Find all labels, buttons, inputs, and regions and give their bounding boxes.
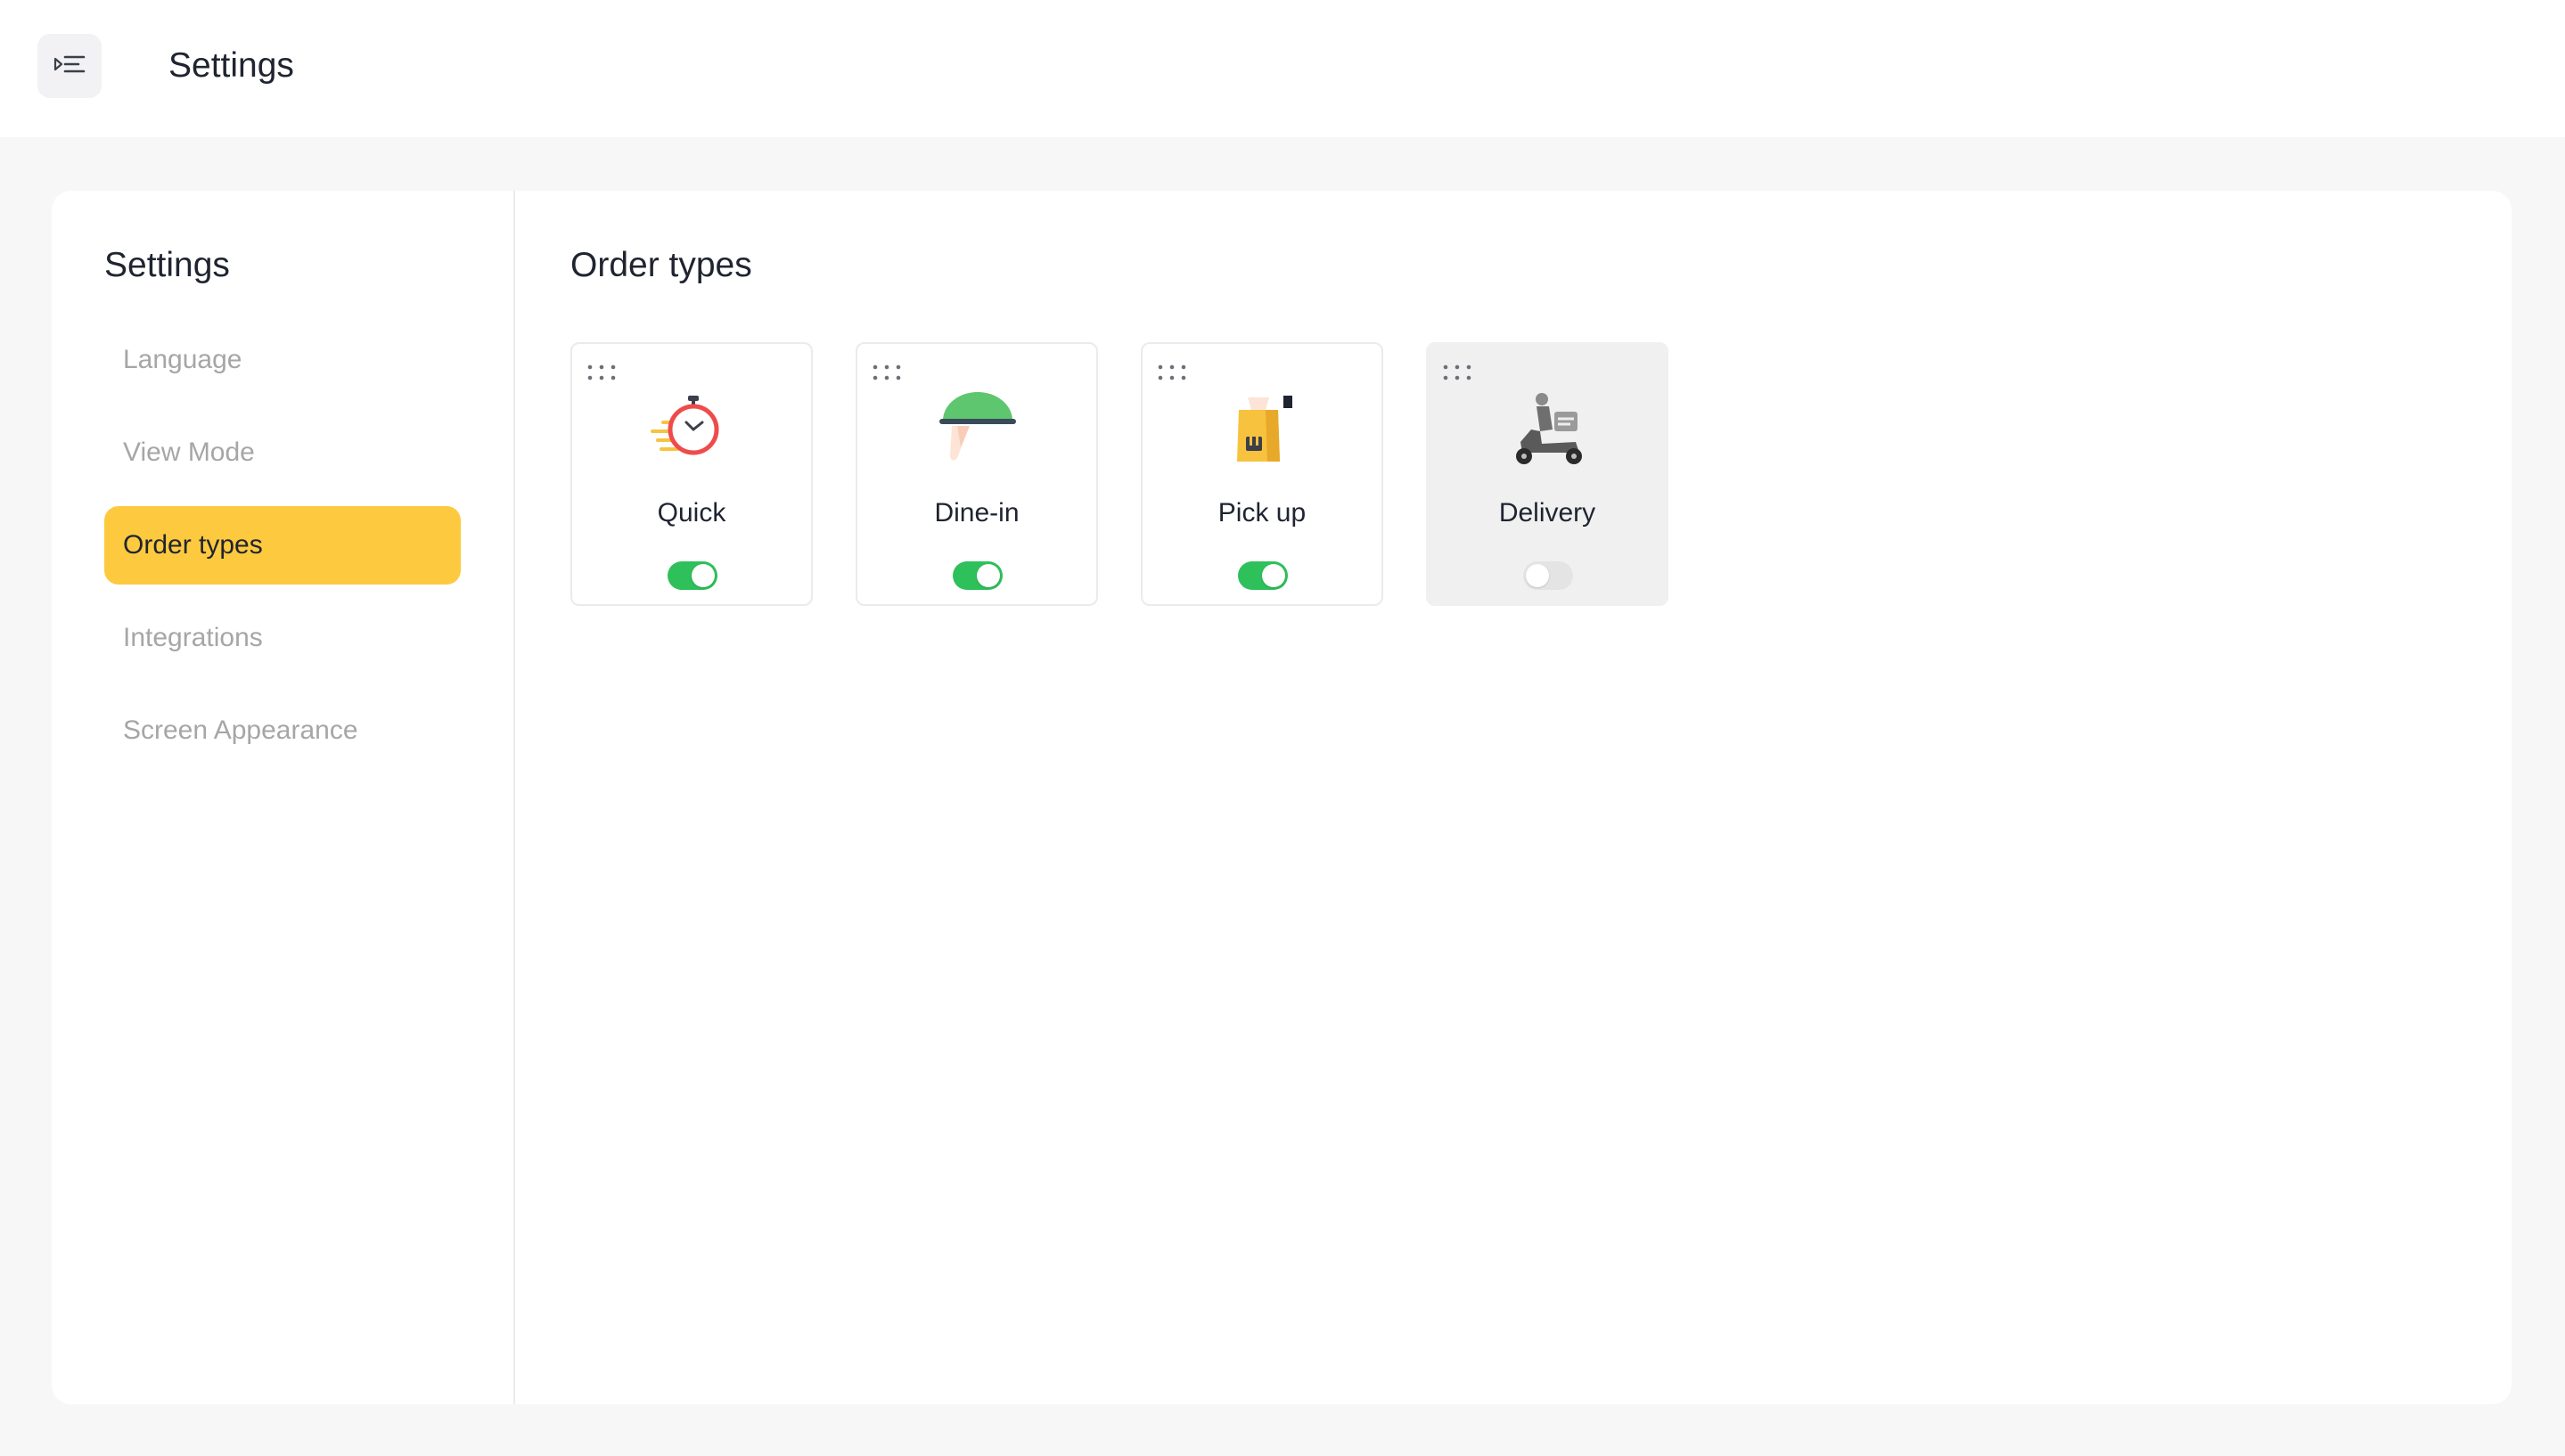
settings-sidebar: Settings Language View Mode Order types … (52, 191, 515, 1404)
drag-handle-icon[interactable] (872, 364, 902, 381)
order-type-label: Quick (657, 498, 726, 528)
menu-collapse-button[interactable] (37, 34, 102, 98)
stopwatch-icon (651, 396, 719, 455)
order-type-card-pick-up[interactable]: Pick up (1141, 342, 1383, 606)
sidebar-item-view-mode[interactable]: View Mode (104, 413, 461, 492)
drag-handle-icon[interactable] (586, 364, 617, 381)
order-type-cards: Quick Dine-in Pick up Delivery (570, 342, 1711, 606)
sidebar-item-label: Order types (123, 530, 263, 560)
toggle-knob (1526, 564, 1549, 587)
page-title: Settings (168, 46, 294, 85)
order-type-label: Pick up (1217, 498, 1307, 528)
delivery-scooter-icon (1516, 393, 1582, 464)
sidebar-item-label: Language (123, 345, 242, 374)
order-type-card-dine-in[interactable]: Dine-in (856, 342, 1098, 606)
sidebar-item-label: View Mode (123, 438, 255, 467)
toggle-knob (692, 564, 715, 587)
sidebar-item-screen-appearance[interactable]: Screen Appearance (104, 691, 461, 770)
sidebar-item-language[interactable]: Language (104, 321, 461, 399)
sidebar-item-order-types[interactable]: Order types (104, 506, 461, 585)
order-type-card-quick[interactable]: Quick (570, 342, 813, 606)
menu-collapse-icon (53, 55, 86, 73)
top-bar: Settings (0, 0, 2565, 137)
order-type-toggle[interactable] (668, 561, 717, 590)
sidebar-item-label: Screen Appearance (123, 716, 358, 745)
takeout-bag-icon (1237, 396, 1292, 462)
toggle-knob (1262, 564, 1285, 587)
toggle-knob (977, 564, 1000, 587)
order-types-section: Order types Quick Dine-in Pick up Delive… (515, 191, 2512, 1404)
settings-panel: Settings Language View Mode Order types … (52, 191, 2512, 1404)
order-type-toggle[interactable] (1523, 561, 1573, 590)
order-type-toggle[interactable] (1238, 561, 1288, 590)
sidebar-item-label: Integrations (123, 623, 263, 652)
drag-handle-icon[interactable] (1442, 364, 1472, 381)
settings-nav: Language View Mode Order types Integrati… (104, 321, 461, 784)
sidebar-title: Settings (104, 246, 230, 284)
order-type-toggle[interactable] (953, 561, 1003, 590)
section-title: Order types (570, 246, 752, 284)
order-type-label: Dine-in (934, 498, 1020, 528)
sidebar-item-integrations[interactable]: Integrations (104, 599, 461, 677)
serving-cloche-icon (939, 392, 1016, 461)
drag-handle-icon[interactable] (1157, 364, 1187, 381)
order-type-card-delivery[interactable]: Delivery (1426, 342, 1668, 606)
order-type-label: Delivery (1498, 498, 1596, 528)
